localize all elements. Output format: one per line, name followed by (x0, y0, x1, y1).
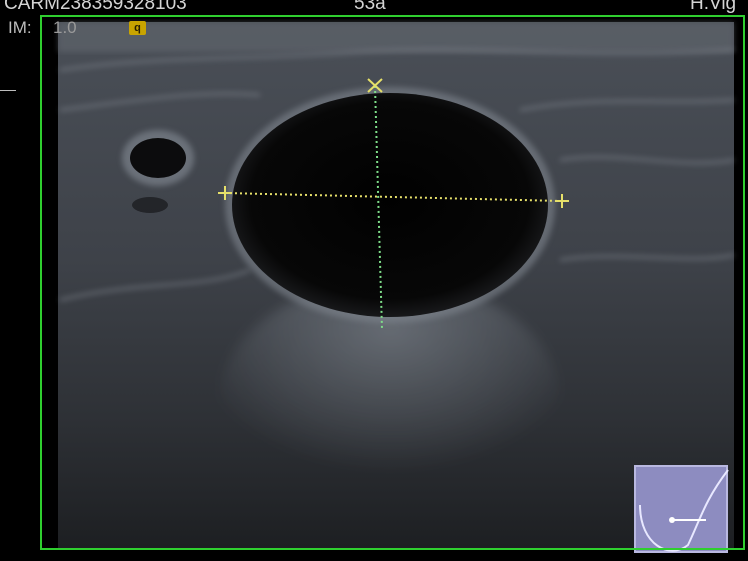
im-label: IM: (8, 18, 32, 37)
depth-tick-mark (0, 90, 16, 91)
header-bar: CARM238359328103 53a H.Vig (0, 0, 748, 14)
patient-id: CARM238359328103 (4, 0, 187, 14)
operator-name: H.Vig (690, 0, 737, 14)
patient-age: 53a (354, 0, 386, 14)
image-frame (40, 15, 745, 550)
